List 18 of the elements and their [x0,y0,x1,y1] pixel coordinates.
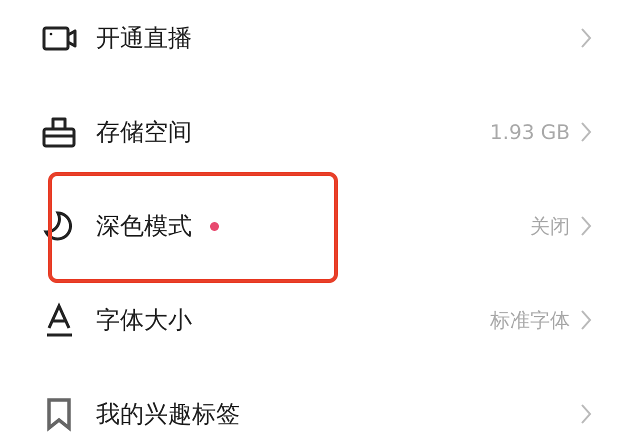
item-label: 字体大小 [96,305,192,336]
chevron-right-icon [580,309,592,331]
chevron-right-icon [580,215,592,237]
item-label: 我的兴趣标签 [96,399,240,430]
item-value: 关闭 [530,212,570,240]
item-label: 深色模式 [96,211,192,242]
chevron-right-icon [580,121,592,143]
item-label: 存储空间 [96,117,192,148]
settings-item[interactable]: 深色模式 关闭 [0,179,640,273]
chevron-right-icon [580,403,592,425]
settings-item[interactable]: 开通直播 [0,0,640,85]
item-value: 标准字体 [490,306,570,334]
item-value: 1.93 GB [490,120,570,144]
chevron-right-icon [580,27,592,49]
settings-item[interactable]: 字体大小 标准字体 [0,273,640,367]
settings-item[interactable]: 存储空间 1.93 GB [0,85,640,179]
item-label: 开通直播 [96,23,192,54]
settings-item[interactable]: 我的兴趣标签 [0,367,640,448]
